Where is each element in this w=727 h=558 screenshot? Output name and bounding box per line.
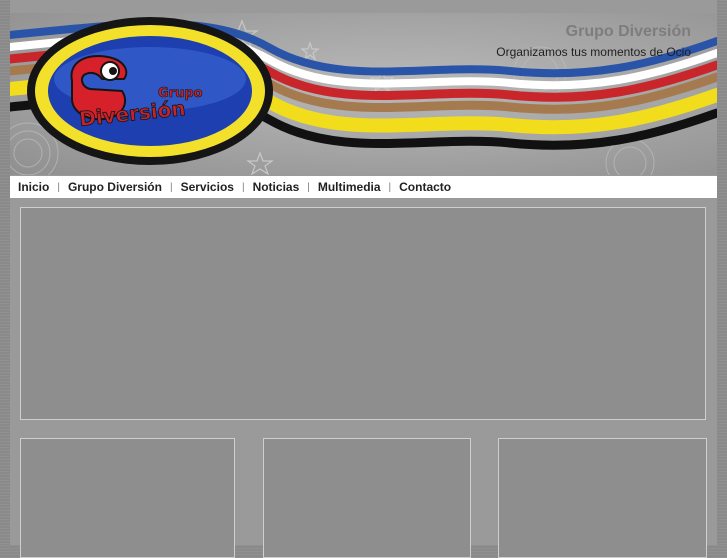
nav-separator: | (169, 181, 173, 193)
nav-link-multimedia[interactable]: Multimedia (318, 180, 381, 194)
main-content-panel (20, 207, 706, 420)
site-title: Grupo Diversión (565, 23, 691, 40)
logo: Grupo Diversión (27, 17, 273, 165)
content-box-right (498, 438, 707, 558)
nav-separator: | (388, 181, 392, 193)
nav-separator: | (57, 181, 60, 193)
site-tagline: Organizamos tus momentos de Ocio (496, 45, 691, 59)
header-banner: Grupo Diversión Grupo Diversión Organiza… (10, 13, 717, 175)
nav-separator: | (241, 181, 245, 193)
main-navigation: Inicio | Grupo Diversión | Servicios | N… (10, 176, 717, 198)
nav-link-noticias[interactable]: Noticias (253, 180, 300, 194)
nav-link-grupo-diversion[interactable]: Grupo Diversión (68, 180, 162, 194)
page-container: Grupo Diversión Grupo Diversión Organiza… (10, 0, 717, 558)
nav-separator: | (307, 181, 310, 193)
content-box-center (263, 438, 471, 558)
nav-link-contacto[interactable]: Contacto (399, 180, 451, 194)
content-box-left (20, 438, 235, 558)
nav-link-inicio[interactable]: Inicio (18, 180, 49, 194)
nav-link-servicios[interactable]: Servicios (181, 180, 234, 194)
